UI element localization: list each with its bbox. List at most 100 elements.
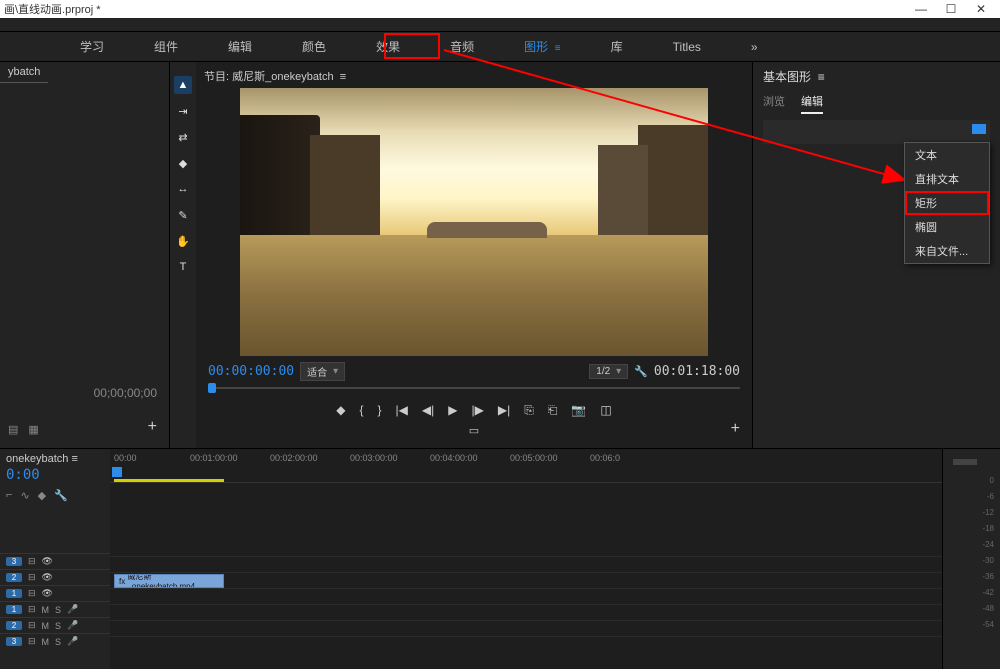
track-v2[interactable]: 2⊟👁 <box>0 569 110 585</box>
lane-a3[interactable] <box>110 621 942 637</box>
track-select-tool[interactable]: ⇥ <box>174 102 192 120</box>
ripple-tool[interactable]: ⇄ <box>174 128 192 146</box>
razor-tool[interactable]: ◆ <box>174 154 192 172</box>
track-v3[interactable]: 3⊟👁 <box>0 553 110 569</box>
source-panel-icons: ▤ ▦ <box>8 423 39 436</box>
timeline-ruler[interactable]: 00:00 00:01:00:00 00:02:00:00 00:03:00:0… <box>110 449 942 483</box>
source-timecode: 00;00;00;00 <box>94 386 157 400</box>
lane-a2[interactable] <box>110 605 942 621</box>
workspace-learn[interactable]: 学习 <box>70 34 114 59</box>
close-button[interactable]: ✕ <box>966 2 996 16</box>
wrench-icon[interactable]: 🔧 <box>634 365 648 378</box>
panel-menu-icon[interactable]: ≡ <box>818 70 825 84</box>
hamburger-icon: ≡ <box>555 43 561 54</box>
go-in-icon[interactable]: |◀ <box>396 403 408 418</box>
lane-v2[interactable] <box>110 557 942 573</box>
menu-bar <box>0 18 1000 32</box>
track-a3[interactable]: 3⊟MS🎤 <box>0 633 110 649</box>
playhead-thumb[interactable] <box>208 383 216 393</box>
link-icon[interactable]: ∿ <box>20 489 29 502</box>
timeline-timecode[interactable]: 0:00 <box>6 467 104 483</box>
clip-fx-icon: fx <box>119 577 125 586</box>
source-panel: ybatch 00;00;00;00 ▤ ▦ + <box>0 62 170 448</box>
go-out-icon[interactable]: ▶| <box>498 403 510 418</box>
mark-in-icon[interactable]: ◆ <box>336 403 345 418</box>
tab-edit[interactable]: 编辑 <box>801 93 823 114</box>
pen-tool[interactable]: ✎ <box>174 206 192 224</box>
tab-browse[interactable]: 浏览 <box>763 93 785 114</box>
workspace-titles[interactable]: Titles <box>663 36 711 58</box>
safe-margin-icon[interactable]: ▭ <box>204 424 744 437</box>
compare-icon[interactable]: ◫ <box>600 403 611 418</box>
step-fwd-icon[interactable]: |▶ <box>471 403 483 418</box>
ctx-from-file[interactable]: 来自文件... <box>905 239 989 263</box>
window-titlebar: 画\直线动画.prproj * — ☐ ✕ <box>0 0 1000 18</box>
tool-column: ▲ ⇥ ⇄ ◆ ↔ ✎ ✋ T <box>170 62 196 448</box>
track-headers: 3⊟👁 2⊟👁 1⊟👁 1⊟MS🎤 2⊟MS🎤 3⊟MS🎤 <box>0 553 110 649</box>
timeline-toolbar: ⌐ ∿ ◆ 🔧 <box>6 489 104 502</box>
workspace-edit[interactable]: 编辑 <box>218 34 262 59</box>
slip-tool[interactable]: ↔ <box>174 180 192 198</box>
timeline-header: onekeybatch ≡ 0:00 ⌐ ∿ ◆ 🔧 3⊟👁 2⊟👁 1⊟👁 1… <box>0 449 110 669</box>
workspace-bar: 学习 组件 编辑 颜色 效果 音频 图形 ≡ 库 Titles » <box>0 32 1000 62</box>
workspace-overflow[interactable]: » <box>741 36 768 58</box>
marker-icon[interactable]: ◆ <box>38 489 46 502</box>
program-title: 节目: 威尼斯_onekeybatch ≡ <box>204 68 744 84</box>
timeline-body[interactable]: 00:00 00:01:00:00 00:02:00:00 00:03:00:0… <box>110 449 942 669</box>
selection-tool[interactable]: ▲ <box>174 76 192 94</box>
lift-icon[interactable]: ⎘ <box>524 403 534 418</box>
bracket-in-icon[interactable]: { <box>360 403 364 418</box>
resolution-dropdown[interactable]: 1/2▾ <box>589 364 628 379</box>
work-area-bar[interactable] <box>114 479 224 482</box>
program-scrub-bar[interactable] <box>208 381 740 395</box>
list-view-icon[interactable]: ▤ <box>8 423 18 436</box>
program-timecode-in[interactable]: 00:00:00:00 <box>208 364 294 379</box>
track-v1[interactable]: 1⊟👁 <box>0 585 110 601</box>
new-layer-icon[interactable] <box>972 124 986 134</box>
minimize-button[interactable]: — <box>906 2 936 16</box>
track-a2[interactable]: 2⊟MS🎤 <box>0 617 110 633</box>
bracket-out-icon[interactable]: } <box>378 403 382 418</box>
lane-a1[interactable] <box>110 589 942 605</box>
source-panel-tab[interactable]: ybatch <box>0 62 48 83</box>
mini-thumb <box>953 459 977 465</box>
snap-icon[interactable]: ⌐ <box>6 489 12 502</box>
track-a1[interactable]: 1⊟MS🎤 <box>0 601 110 617</box>
source-add-button[interactable]: + <box>148 418 157 436</box>
camera-icon[interactable]: 📷 <box>571 403 586 418</box>
wrench-icon[interactable]: 🔧 <box>54 489 68 502</box>
essential-graphics-tabs: 浏览 编辑 <box>763 93 990 114</box>
ctx-vertical-text[interactable]: 直排文本 <box>905 167 989 191</box>
maximize-button[interactable]: ☐ <box>936 2 966 16</box>
sequence-name[interactable]: onekeybatch ≡ <box>6 453 104 465</box>
program-viewer[interactable] <box>240 88 708 356</box>
new-layer-context-menu: 文本 直排文本 矩形 椭圆 来自文件... <box>904 142 990 264</box>
fit-dropdown[interactable]: 适合▾ <box>300 362 345 381</box>
audio-meter: 0 -6 -12 -18 -24 -30 -36 -42 -48 -54 <box>942 449 1000 669</box>
workspace-assembly[interactable]: 组件 <box>144 34 188 59</box>
workspace-color[interactable]: 颜色 <box>292 34 336 59</box>
extract-icon[interactable]: ⎗ <box>548 403 558 418</box>
lane-v3[interactable] <box>110 541 942 557</box>
play-icon[interactable]: ▶ <box>448 403 457 418</box>
workspace-audio[interactable]: 音频 <box>440 34 484 59</box>
workspace-graphics[interactable]: 图形 ≡ <box>514 34 571 59</box>
ctx-text[interactable]: 文本 <box>905 143 989 167</box>
video-clip[interactable]: fx 威尼斯_onekeybatch.mp4 <box>114 574 224 588</box>
program-control-bar: 00:00:00:00 适合▾ 1/2▾ 🔧 00:01:18:00 <box>204 362 744 381</box>
ctx-rectangle[interactable]: 矩形 <box>905 191 989 215</box>
icon-view-icon[interactable]: ▦ <box>28 423 38 436</box>
essential-graphics-title: 基本图形 ≡ <box>763 68 990 85</box>
essential-graphics-body <box>763 120 990 144</box>
program-add-button[interactable]: + <box>731 420 740 438</box>
type-tool[interactable]: T <box>174 258 192 276</box>
panel-menu-icon[interactable]: ≡ <box>340 71 346 83</box>
lane-v1[interactable]: fx 威尼斯_onekeybatch.mp4 <box>110 573 942 589</box>
step-back-icon[interactable]: ◀| <box>422 403 434 418</box>
workspace-library[interactable]: 库 <box>601 34 633 59</box>
timeline-playhead[interactable] <box>112 467 122 477</box>
hand-tool[interactable]: ✋ <box>174 232 192 250</box>
db-scale: 0 -6 -12 -18 -24 -30 -36 -42 -48 -54 <box>982 473 994 633</box>
highlight-box-workspace <box>384 33 440 59</box>
ctx-ellipse[interactable]: 椭圆 <box>905 215 989 239</box>
